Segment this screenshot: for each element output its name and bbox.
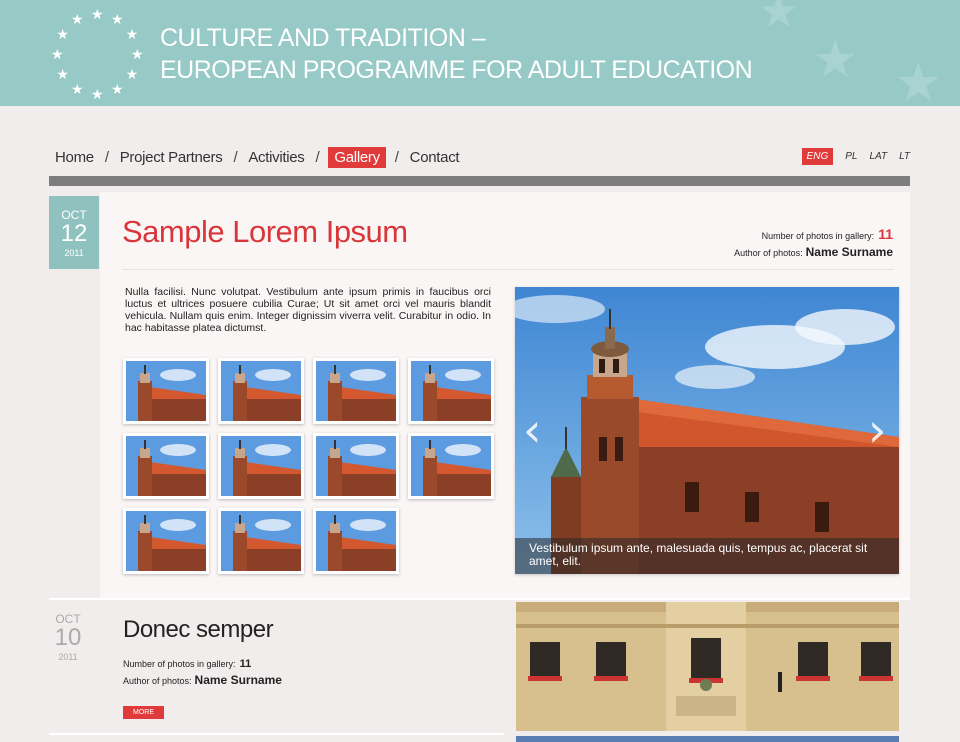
date-day: 12 <box>60 220 88 247</box>
date-year: 2011 <box>64 248 84 258</box>
eu-star-icon: ★ <box>91 6 104 22</box>
post2-meta: Number of photos in gallery: 11 Author of… <box>123 658 282 687</box>
post2-title[interactable]: Donec semper <box>123 616 274 644</box>
nav-divider-bar <box>49 176 910 186</box>
main-nav: Home / Project Partners / Activities / Gallery… <box>53 146 461 168</box>
eu-star-icon: ★ <box>71 11 84 28</box>
post3-image-peek[interactable] <box>516 736 899 742</box>
gallery-thumbnail[interactable] <box>218 358 304 424</box>
star-icon: ★ <box>894 53 943 106</box>
nav-separator: / <box>104 148 109 166</box>
post-excerpt: Nulla facilisi. Nunc volutpat. Vestibulu… <box>125 286 491 334</box>
gallery-thumbnail[interactable] <box>218 508 304 574</box>
author-name: Name Surname <box>194 673 282 687</box>
date-day: 10 <box>54 624 82 651</box>
slider-next-arrow[interactable]: › <box>868 407 886 453</box>
post-separator <box>49 598 910 600</box>
eu-star-icon: ★ <box>51 46 64 62</box>
slider-prev-arrow[interactable]: ‹ <box>523 407 541 453</box>
eu-star-icon: ★ <box>111 80 124 97</box>
gallery-thumbnail[interactable] <box>123 358 209 424</box>
gallery-thumbnail[interactable] <box>313 508 399 574</box>
nav-link-gallery[interactable]: Gallery <box>328 146 386 168</box>
photo-count-line: Number of photos in gallery: 11 <box>123 658 282 670</box>
eu-star-icon: ★ <box>125 66 139 82</box>
photo-count-label: Number of photos in gallery: <box>123 659 236 669</box>
nav-separator: / <box>394 148 399 166</box>
eu-stars-logo: ★ ★ ★ ★ ★ ★ ★ ★ ★ ★ ★ ★ <box>50 6 146 102</box>
eu-star-icon: ★ <box>91 86 104 102</box>
post-separator <box>49 733 504 735</box>
eu-star-icon: ★ <box>56 26 69 42</box>
lang-lt[interactable]: LT <box>899 151 910 162</box>
site-title-line2: EUROPEAN PROGRAMME FOR ADULT EDUCATION <box>160 56 753 84</box>
nav-link-project-partners[interactable]: Project Partners <box>118 149 225 166</box>
author-label: Author of photos: <box>123 676 192 686</box>
lang-pl[interactable]: PL <box>845 151 857 162</box>
gallery-meta: Number of photos in gallery: 11 Author of… <box>734 226 893 259</box>
gallery-thumbnail[interactable] <box>313 433 399 499</box>
gallery-thumbnail[interactable] <box>218 433 304 499</box>
nav-link-home[interactable]: Home <box>53 149 96 166</box>
post-title[interactable]: Sample Lorem Ipsum <box>122 214 408 250</box>
author-label: Author of photos: <box>734 248 803 258</box>
gallery-thumbnail[interactable] <box>408 433 494 499</box>
post-date: OCT 12 2011 <box>49 196 99 269</box>
photo-count-value: 11 <box>239 658 252 670</box>
post2-date: OCT 10 2011 <box>49 612 87 662</box>
more-button[interactable]: MORE <box>123 706 164 719</box>
author-name: Name Surname <box>805 245 893 259</box>
gallery-slider-image[interactable] <box>515 287 899 574</box>
post2-image[interactable] <box>516 602 899 731</box>
gallery-thumbnail[interactable] <box>313 358 399 424</box>
star-icon: ★ <box>812 31 859 89</box>
lang-eng[interactable]: ENG <box>801 148 834 165</box>
author-line: Author of photos: Name Surname <box>734 245 893 259</box>
star-icon: ★ <box>758 0 800 37</box>
author-line: Author of photos: Name Surname <box>123 673 282 687</box>
eu-star-icon: ★ <box>125 26 139 42</box>
gallery-thumbnail[interactable] <box>123 433 209 499</box>
site-header: ★ ★ ★ ★ ★ ★ ★ ★ ★ ★ ★ ★ ★ ★ ★ CULTURE AND TRADITION… <box>0 0 960 106</box>
gallery-thumbnail[interactable] <box>408 358 494 424</box>
date-year: 2011 <box>58 652 78 662</box>
title-divider <box>122 269 894 270</box>
eu-star-icon: ★ <box>71 80 84 97</box>
photo-count-line: Number of photos in gallery: 11 <box>734 226 893 242</box>
photo-count-value: 11 <box>878 226 893 242</box>
church-photo <box>515 287 899 574</box>
slider-caption: Vestibulum ipsum ante, malesuada quis, t… <box>515 538 899 574</box>
photo-count-label: Number of photos in gallery: <box>761 231 875 241</box>
nav-link-activities[interactable]: Activities <box>246 149 306 166</box>
building-photo <box>516 602 899 731</box>
eu-star-icon: ★ <box>111 11 124 28</box>
eu-star-icon: ★ <box>131 46 144 62</box>
nav-link-contact[interactable]: Contact <box>408 149 462 166</box>
nav-separator: / <box>233 148 238 166</box>
gallery-thumbnail[interactable] <box>123 508 209 574</box>
language-switcher: ENG PL LAT LT <box>801 148 910 165</box>
nav-separator: / <box>315 148 320 166</box>
site-title-line1: CULTURE AND TRADITION – <box>160 24 486 52</box>
lang-lat[interactable]: LAT <box>869 151 887 162</box>
eu-star-icon: ★ <box>56 66 69 82</box>
